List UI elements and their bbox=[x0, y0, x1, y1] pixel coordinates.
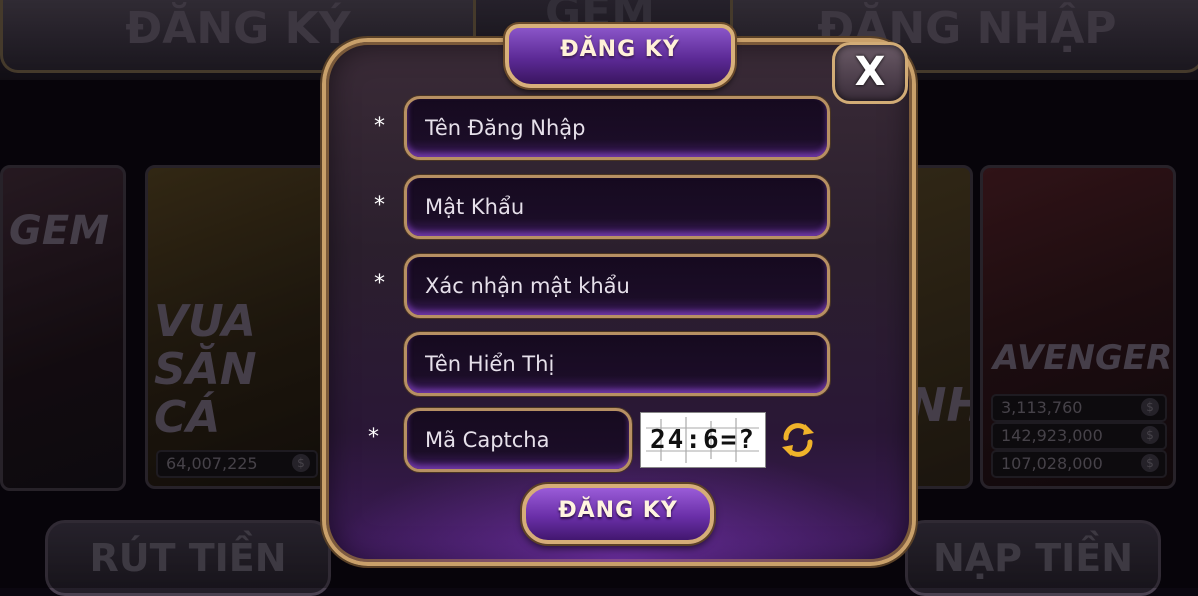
captcha-field-frame bbox=[404, 408, 632, 472]
username-field-frame bbox=[404, 96, 830, 160]
captcha-input[interactable] bbox=[407, 411, 629, 469]
captcha-image: 24:6=? bbox=[640, 412, 766, 468]
dialog-title: ĐĂNG KÝ bbox=[560, 37, 680, 62]
close-icon: X bbox=[854, 49, 886, 95]
close-button[interactable]: X bbox=[832, 42, 908, 104]
refresh-captcha-button[interactable] bbox=[778, 420, 818, 460]
password-field-frame bbox=[404, 175, 830, 239]
register-submit-label: ĐĂNG KÝ bbox=[558, 498, 678, 523]
required-marker: * bbox=[374, 271, 385, 296]
confirm-password-input[interactable] bbox=[407, 257, 827, 315]
display-name-field-frame bbox=[404, 332, 830, 396]
required-marker: * bbox=[374, 193, 385, 218]
required-marker: * bbox=[368, 425, 379, 450]
register-submit-button[interactable]: ĐĂNG KÝ bbox=[522, 484, 714, 544]
refresh-icon bbox=[782, 423, 814, 457]
confirm-password-field-frame bbox=[404, 254, 830, 318]
captcha-text: 24:6=? bbox=[650, 425, 756, 455]
username-input[interactable] bbox=[407, 99, 827, 157]
display-name-input[interactable] bbox=[407, 335, 827, 393]
required-marker: * bbox=[374, 114, 385, 139]
dialog-title-plate: ĐĂNG KÝ bbox=[505, 24, 735, 88]
password-input[interactable] bbox=[407, 178, 827, 236]
